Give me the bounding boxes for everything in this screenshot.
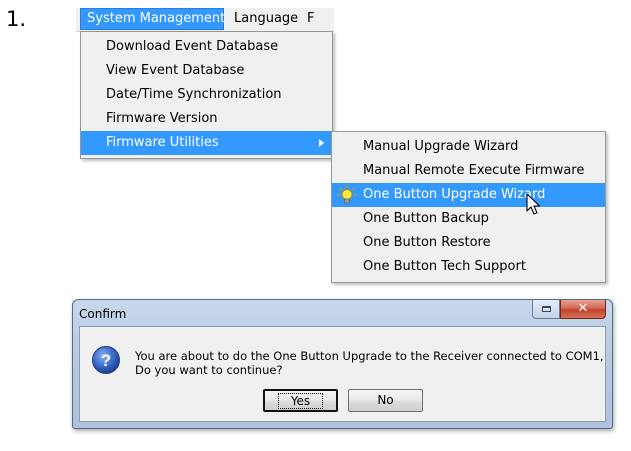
menu-item-view-event-database[interactable]: View Event Database: [81, 59, 332, 83]
close-icon: ✕: [577, 301, 589, 316]
no-button[interactable]: No: [348, 389, 423, 412]
submenu-item-manual-remote-execute[interactable]: Manual Remote Execute Firmware: [332, 159, 605, 183]
submenu-item-one-button-upgrade-wizard[interactable]: One Button Upgrade Wizard: [332, 183, 605, 215]
dialog-message-line-1: You are about to do the One Button Upgra…: [135, 349, 604, 363]
menu-item-firmware-version[interactable]: Firmware Version: [81, 107, 332, 131]
dialog-message-line-2: Do you want to continue?: [135, 363, 283, 377]
restore-icon: [542, 306, 551, 312]
step-number: 1.: [6, 7, 27, 31]
dialog-message: You are about to do the One Button Upgra…: [135, 349, 605, 377]
window-controls: ✕: [532, 300, 606, 320]
svg-text:?: ?: [101, 351, 111, 370]
one-button-upgrade-label: One Button Upgrade Wizard: [363, 187, 546, 202]
menu-language[interactable]: Language: [228, 8, 304, 30]
confirm-dialog: Confirm ✕ ? You are about to do the One …: [72, 299, 613, 429]
menu-item-download-event-database[interactable]: Download Event Database: [81, 35, 332, 59]
close-button[interactable]: ✕: [560, 300, 606, 319]
yes-button-label: Yes: [277, 393, 324, 409]
menu-truncated[interactable]: F: [307, 8, 314, 30]
submenu-arrow-icon: [319, 139, 324, 147]
submenu-item-one-button-tech-support[interactable]: One Button Tech Support: [332, 255, 605, 279]
firmware-utilities-label: Firmware Utilities: [106, 135, 219, 150]
menu-item-date-time-sync[interactable]: Date/Time Synchronization: [81, 83, 332, 107]
submenu-item-one-button-backup[interactable]: One Button Backup: [332, 207, 605, 231]
question-icon: ?: [92, 346, 120, 374]
submenu-item-one-button-restore[interactable]: One Button Restore: [332, 231, 605, 255]
menu-system-management[interactable]: System Management: [80, 8, 225, 30]
system-management-menu: Download Event Database View Event Datab…: [80, 31, 333, 159]
dialog-title: Confirm: [79, 307, 127, 321]
restore-button[interactable]: [532, 300, 560, 319]
firmware-utilities-submenu: Manual Upgrade Wizard Manual Remote Exec…: [331, 131, 606, 283]
submenu-item-manual-upgrade-wizard[interactable]: Manual Upgrade Wizard: [332, 135, 605, 159]
lightbulb-icon: [337, 185, 357, 204]
yes-button[interactable]: Yes: [263, 389, 338, 412]
dialog-body: ? You are about to do the One Button Upg…: [79, 326, 606, 422]
menu-item-firmware-utilities[interactable]: Firmware Utilities: [81, 131, 332, 155]
no-button-label: No: [377, 393, 394, 407]
menu-bar: System Management Language F: [76, 8, 334, 32]
